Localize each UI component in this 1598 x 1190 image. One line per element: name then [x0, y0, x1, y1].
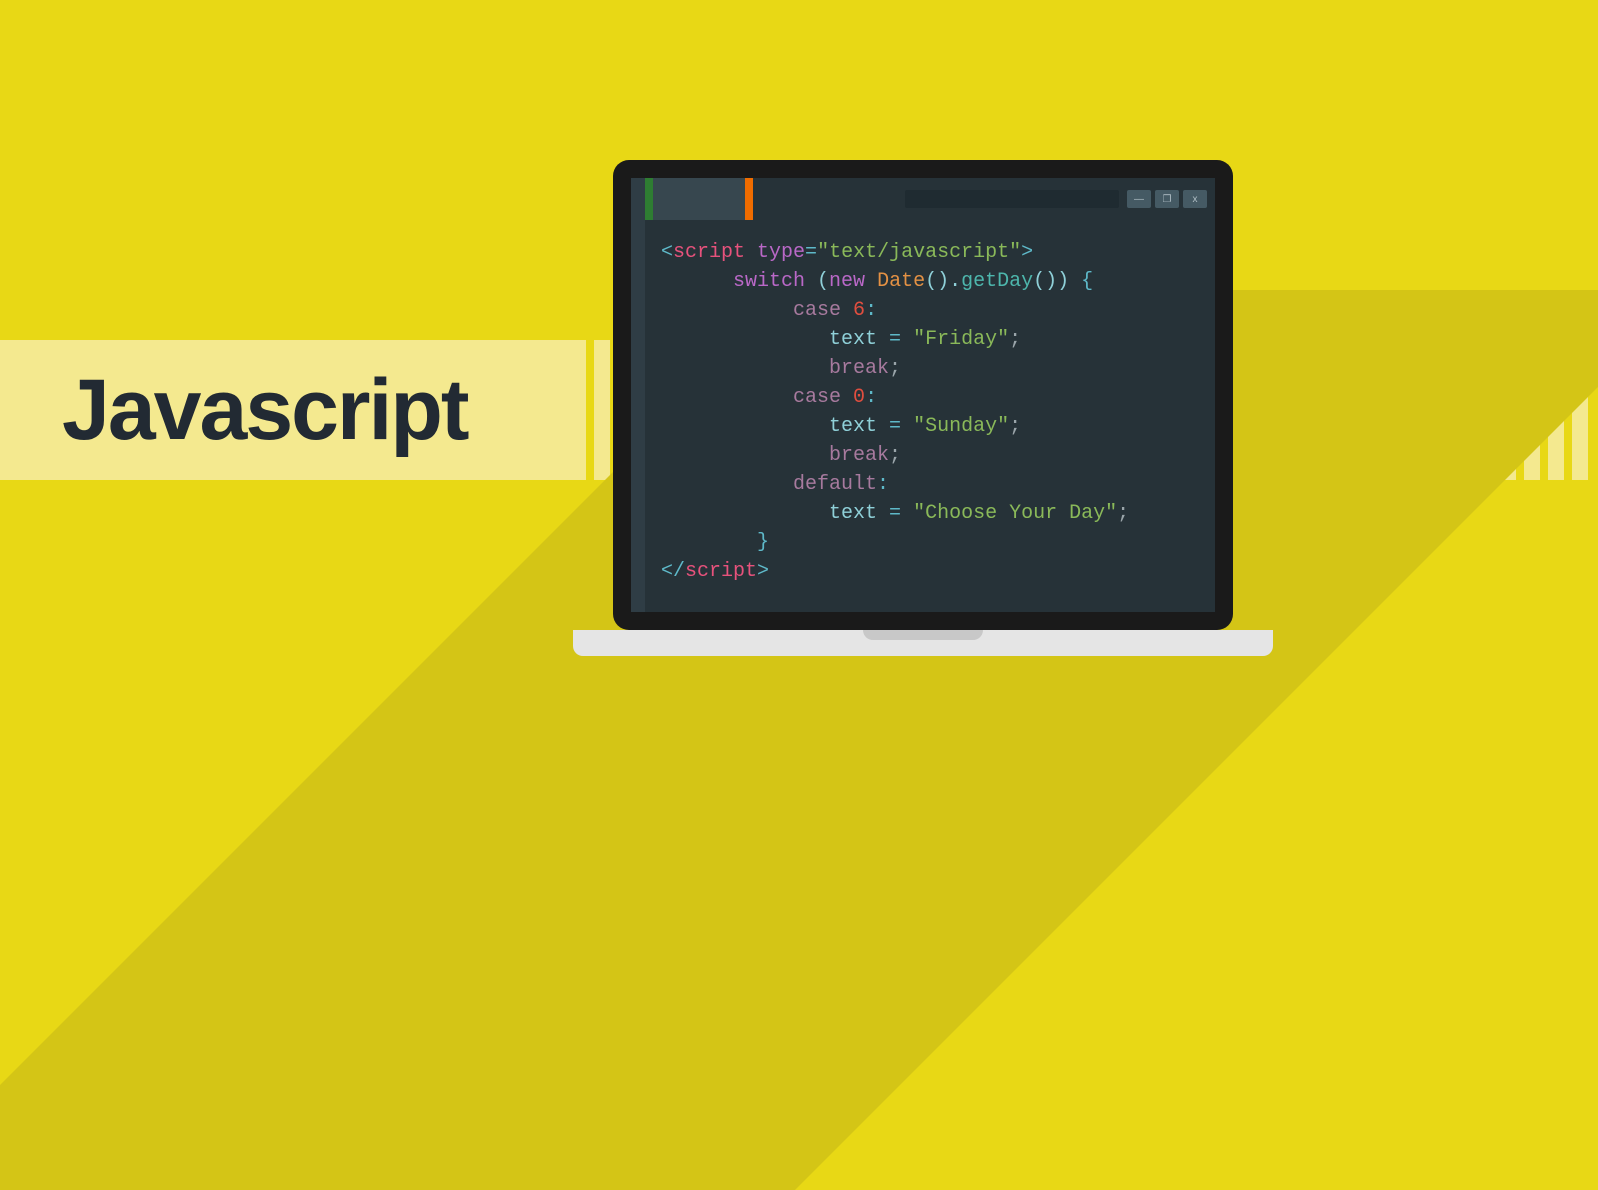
editor-tab-active[interactable]: [645, 178, 745, 220]
laptop-base: [573, 630, 1273, 656]
code-editor: — ❐ x <script type="text/javascript"> sw…: [631, 178, 1215, 612]
tab-indicator-green: [645, 178, 653, 220]
editor-path-bar[interactable]: [905, 190, 1119, 208]
code-block: <script type="text/javascript"> switch (…: [645, 220, 1145, 612]
editor-gutter: [631, 220, 645, 612]
window-controls: — ❐ x: [1127, 190, 1207, 208]
tab-indicator-orange: [745, 178, 753, 220]
page-title: Javascript: [62, 361, 468, 460]
minimize-button[interactable]: —: [1127, 190, 1151, 208]
close-button[interactable]: x: [1183, 190, 1207, 208]
laptop-screen: — ❐ x <script type="text/javascript"> sw…: [613, 160, 1233, 630]
editor-toolbar: — ❐ x: [631, 178, 1215, 220]
title-band: Javascript: [0, 340, 570, 480]
editor-gutter-top: [631, 178, 645, 220]
maximize-button[interactable]: ❐: [1155, 190, 1179, 208]
